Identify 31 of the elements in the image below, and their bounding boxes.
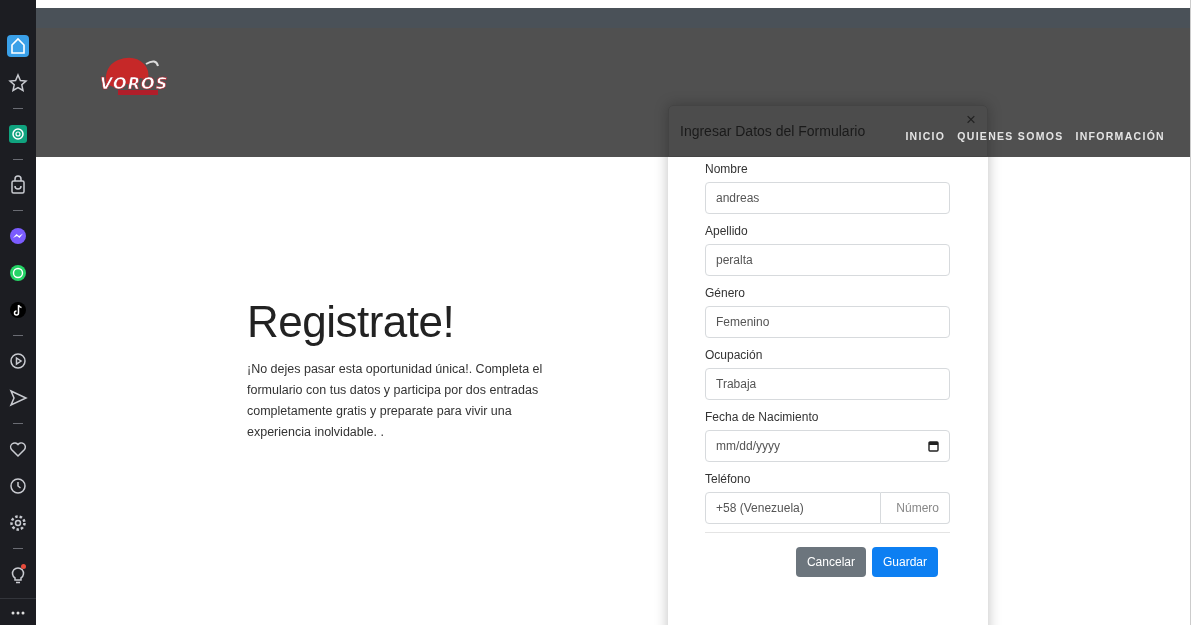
- star-icon[interactable]: [7, 72, 29, 94]
- text-field[interactable]: Trabaja: [705, 368, 950, 400]
- text-field[interactable]: andreas: [705, 182, 950, 214]
- clock-icon[interactable]: [7, 475, 29, 497]
- nav-link[interactable]: INICIO: [905, 130, 946, 142]
- country-code-field[interactable]: +58 (Venezuela): [705, 492, 881, 524]
- cancel-button[interactable]: Cancelar: [795, 547, 866, 577]
- nav-link[interactable]: INFORMACIÓN: [1075, 130, 1165, 142]
- field-label: Nombre: [705, 161, 749, 178]
- field-label: Apellido: [705, 223, 749, 240]
- date-placeholder: mm/dd/yyyy: [716, 439, 780, 453]
- phone-number-field[interactable]: Número: [881, 492, 950, 524]
- save-button[interactable]: Guardar: [871, 547, 938, 577]
- more-icon[interactable]: [11, 611, 25, 615]
- calendar-icon: [928, 440, 939, 452]
- field-label: Fecha de Nacimiento: [705, 409, 820, 426]
- send-icon[interactable]: [7, 387, 29, 409]
- field-label: Género: [705, 285, 747, 302]
- hero-text: ¡No dejes pasar esta oportunidad única!. Completa el formulario con tus datos y participa por dos entradas completamente gratis y preparate para vivir una experiencia inolvidable. .: [247, 361, 544, 441]
- hero-title: Registrate!: [247, 297, 456, 347]
- text-field[interactable]: Femenino: [705, 306, 950, 338]
- gear-icon[interactable]: [7, 512, 29, 534]
- logo[interactable]: VOROS: [86, 54, 176, 99]
- date-field[interactable]: mm/dd/yyyy: [705, 430, 950, 462]
- field-label: Teléfono: [705, 471, 752, 488]
- logo-text: VOROS: [100, 74, 169, 93]
- text-field[interactable]: peralta: [705, 244, 950, 276]
- field-label: Ocupación: [705, 347, 764, 364]
- home-icon[interactable]: [7, 35, 29, 57]
- play-icon[interactable]: [7, 350, 29, 372]
- nav-link[interactable]: QUIENES SOMOS: [957, 130, 1064, 142]
